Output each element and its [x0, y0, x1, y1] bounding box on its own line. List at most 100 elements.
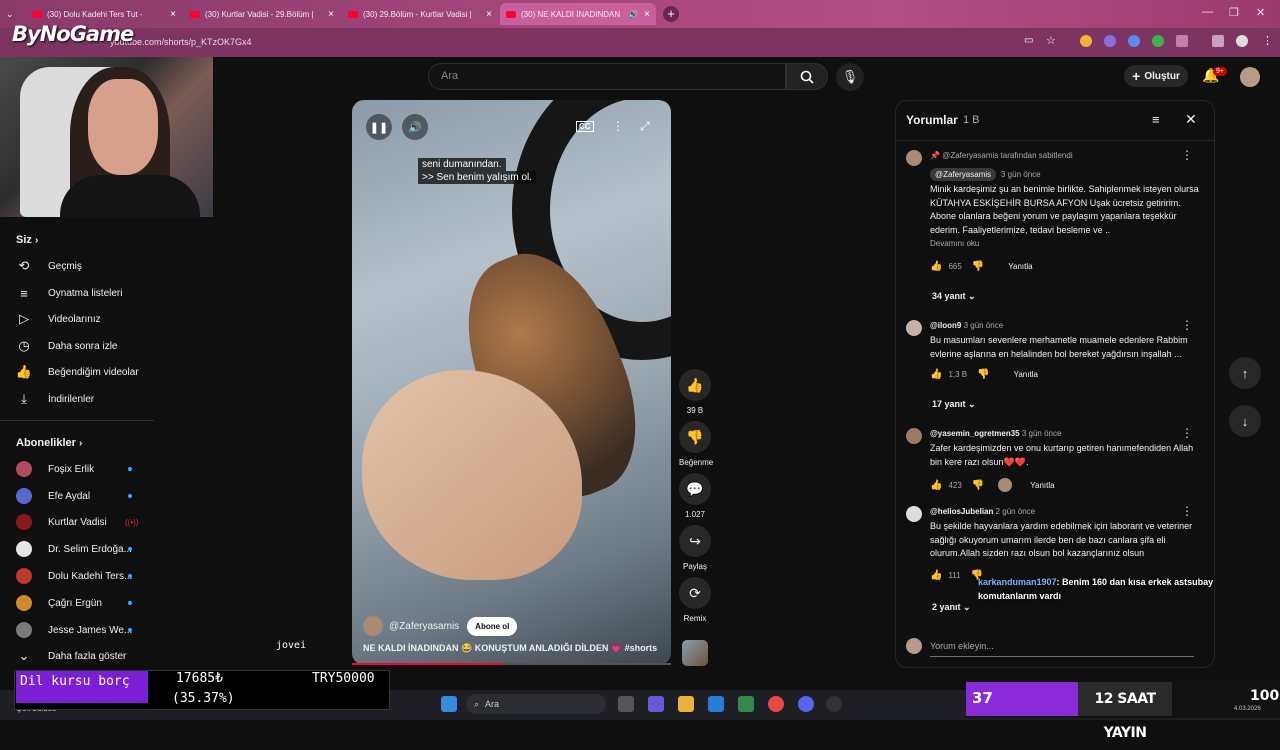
extensions-puzzle-icon[interactable] — [1176, 35, 1188, 47]
thumbs-down-icon[interactable]: 👎 — [977, 369, 989, 380]
search-input[interactable]: Ara — [428, 63, 786, 90]
minimize-icon[interactable]: — — [1202, 6, 1213, 18]
channel-name[interactable]: @Zaferyasamis — [389, 621, 459, 632]
video-title[interactable]: NE KALDI İNADINDAN 😂 KONUŞTUM ANLADIĞI D… — [363, 643, 657, 654]
search-button[interactable] — [786, 63, 828, 90]
browser-tab[interactable]: (30) Kurtlar Vadisi - 29.Bölüm | × — [184, 3, 340, 25]
account-avatar[interactable] — [1240, 67, 1260, 87]
obs-icon[interactable] — [826, 696, 842, 712]
sidebar-subscription[interactable]: Dr. Selim Erdoğa... — [16, 541, 132, 557]
comments-button[interactable]: 💬 1.027 — [679, 473, 711, 519]
reading-list-icon[interactable] — [1212, 35, 1224, 47]
speaker-icon[interactable]: 🔊 — [628, 10, 638, 19]
dislike-button[interactable]: 👎 Beğenme — [679, 421, 713, 467]
fullscreen-icon[interactable]: ⤢ — [640, 119, 650, 134]
reply-button[interactable]: Yanıtla — [1008, 262, 1032, 271]
replies-toggle[interactable]: 17 yanıt ⌄ — [932, 399, 976, 410]
comment-menu-icon[interactable]: ⋮ — [1181, 504, 1193, 518]
audio-thumbnail[interactable] — [682, 640, 708, 666]
add-comment-input[interactable]: Yorum ekleyin... — [930, 641, 994, 651]
reply-button[interactable]: Yanıtla — [1014, 370, 1038, 379]
sort-icon[interactable]: ≡ — [1152, 112, 1160, 127]
thumbs-up-icon[interactable]: 👍 — [930, 261, 942, 272]
extension-icon[interactable] — [1128, 35, 1140, 47]
sidebar-item-your-videos[interactable]: ▷ Videolarınız — [16, 311, 101, 327]
sidebar-item-watch-later[interactable]: ◷ Daha sonra izle — [16, 338, 117, 354]
commenter-name[interactable]: @heliosJubelian — [930, 507, 993, 516]
extension-icon[interactable] — [1080, 35, 1092, 47]
xbox-icon[interactable] — [738, 696, 754, 712]
close-panel-icon[interactable]: ✕ — [1185, 111, 1197, 128]
add-comment-row[interactable]: Yorum ekleyin... — [906, 638, 1206, 654]
tab-list-icon[interactable]: ⌄ — [6, 9, 14, 20]
next-short-button[interactable]: ↓ — [1229, 405, 1261, 437]
create-button[interactable]: + Oluştur — [1124, 65, 1188, 87]
close-tab-icon[interactable]: × — [170, 9, 176, 20]
profile-avatar[interactable] — [1236, 35, 1248, 47]
commenter-name[interactable]: @Zaferyasamis — [930, 168, 997, 181]
file-explorer-icon[interactable] — [678, 696, 694, 712]
sidebar-subscription[interactable]: Jesse James We... — [16, 622, 132, 638]
url-field[interactable]: youtube.com/shorts/p_KTzOK7Gx4 — [60, 32, 1020, 52]
sidebar-item-playlists[interactable]: ≡ Oynatma listeleri — [16, 285, 122, 301]
copilot-icon[interactable] — [648, 696, 664, 712]
read-more-link[interactable]: Devamını oku — [930, 239, 979, 248]
comment-menu-icon[interactable]: ⋮ — [1181, 426, 1193, 440]
share-button[interactable]: ↪ Paylaş — [679, 525, 711, 571]
commenter-name[interactable]: @yasemin_ogretmen35 — [930, 429, 1020, 438]
sidebar-subscription[interactable]: Efe Aydal — [16, 488, 90, 504]
discord-icon[interactable] — [798, 696, 814, 712]
comment-menu-icon[interactable]: ⋮ — [1181, 318, 1193, 332]
sidebar-subscription[interactable]: Foşix Erlik — [16, 461, 94, 477]
close-window-icon[interactable]: ✕ — [1256, 6, 1265, 19]
replies-toggle[interactable]: 34 yanıt ⌄ — [932, 291, 976, 302]
sidebar-item-history[interactable]: ⟲ Geçmiş — [16, 258, 82, 274]
volume-button[interactable]: 🔊 — [402, 114, 428, 140]
store-icon[interactable] — [708, 696, 724, 712]
new-tab-button[interactable]: + — [663, 6, 679, 22]
commenter-avatar[interactable] — [906, 506, 922, 522]
task-view-icon[interactable] — [618, 696, 634, 712]
pause-button[interactable]: ❚❚ — [366, 114, 392, 140]
channel-avatar[interactable] — [363, 616, 383, 636]
thumbs-down-icon[interactable]: 👎 — [972, 261, 984, 272]
replies-toggle[interactable]: 2 yanıt ⌄ — [932, 602, 971, 613]
previous-short-button[interactable]: ↑ — [1229, 357, 1261, 389]
browser-tab-active[interactable]: (30) NE KALDI İNADINDAN 🔊 × — [500, 3, 656, 25]
close-tab-icon[interactable]: × — [486, 9, 492, 20]
sidebar-you-heading[interactable]: Siz › — [16, 234, 38, 246]
close-tab-icon[interactable]: × — [328, 9, 334, 20]
show-more-button[interactable]: ⌄ Daha fazla göster — [16, 648, 127, 664]
thumbs-down-icon[interactable]: 👎 — [972, 480, 984, 491]
commenter-avatar[interactable] — [906, 150, 922, 166]
thumbs-up-icon[interactable]: 👍 — [930, 480, 942, 491]
sidebar-subscription[interactable]: Kurtlar Vadisi — [16, 514, 107, 530]
shorts-video-player[interactable] — [352, 100, 671, 665]
chrome-icon[interactable] — [768, 696, 784, 712]
commenter-avatar[interactable] — [906, 428, 922, 444]
maximize-icon[interactable]: ❐ — [1229, 6, 1239, 19]
closed-captions-icon[interactable]: CC — [576, 121, 594, 132]
like-button[interactable]: 👍 39 B — [679, 369, 711, 415]
remix-button[interactable]: ⟳ Remix — [679, 577, 711, 623]
subscribe-button[interactable]: Abone ol — [467, 616, 518, 636]
reply-button[interactable]: Yanıtla — [1030, 481, 1054, 490]
voice-search-button[interactable]: 🎙 — [836, 63, 864, 91]
sidebar-subscription[interactable]: Dolu Kadehi Ters... — [16, 568, 132, 584]
sidebar-item-liked-videos[interactable]: 👍 Beğendiğim videolar — [16, 364, 139, 380]
more-options-icon[interactable]: ⋮ — [612, 119, 624, 133]
commenter-name[interactable]: @iloon9 — [930, 321, 961, 330]
sidebar-item-downloads[interactable]: ⤓ İndirilenler — [16, 391, 94, 407]
sidebar-subscription[interactable]: Çağrı Ergün — [16, 595, 102, 611]
browser-tab[interactable]: (30) 29.Bölüm - Kurtlar Vadisi | × — [342, 3, 498, 25]
windows-start-icon[interactable] — [441, 696, 457, 712]
cast-icon[interactable]: ▭ — [1024, 35, 1033, 46]
browser-menu-icon[interactable]: ⋮ — [1262, 34, 1273, 47]
thumbs-up-icon[interactable]: 👍 — [930, 570, 942, 581]
extension-icon[interactable] — [1104, 35, 1116, 47]
commenter-avatar[interactable] — [906, 320, 922, 336]
comment-menu-icon[interactable]: ⋮ — [1181, 148, 1193, 162]
close-tab-icon[interactable]: × — [644, 9, 650, 20]
sidebar-subscriptions-heading[interactable]: Abonelikler › — [16, 437, 82, 449]
taskbar-search[interactable]: ⌕ Ara — [466, 694, 606, 714]
